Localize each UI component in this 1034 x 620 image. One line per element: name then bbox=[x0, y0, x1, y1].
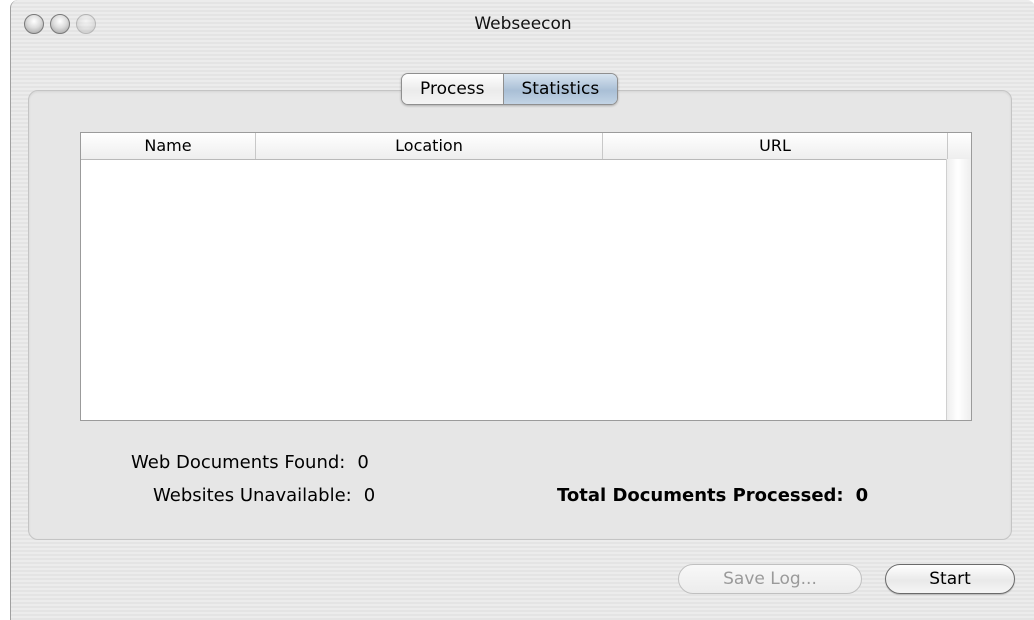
total-documents-processed-stat: Total Documents Processed: 0 bbox=[557, 485, 868, 506]
web-documents-found-label: Web Documents Found: bbox=[131, 452, 346, 473]
table-header: Name Location URL bbox=[81, 133, 971, 160]
tab-statistics[interactable]: Statistics bbox=[502, 74, 618, 104]
websites-unavailable-stat: Websites Unavailable: 0 bbox=[153, 485, 375, 506]
column-header-url[interactable]: URL bbox=[603, 133, 948, 159]
start-button[interactable]: Start bbox=[885, 564, 1015, 594]
total-documents-processed-value: 0 bbox=[855, 485, 869, 506]
results-table[interactable]: Name Location URL bbox=[80, 132, 972, 421]
web-documents-found-stat: Web Documents Found: 0 bbox=[131, 452, 369, 473]
total-documents-processed-label: Total Documents Processed: bbox=[557, 485, 844, 506]
vertical-scrollbar[interactable] bbox=[946, 159, 971, 420]
column-header-location[interactable]: Location bbox=[256, 133, 603, 159]
tab-process[interactable]: Process bbox=[402, 74, 503, 104]
web-documents-found-value: 0 bbox=[357, 452, 369, 473]
table-header-corner bbox=[948, 133, 971, 159]
title-bar[interactable]: Webseecon bbox=[11, 0, 1034, 52]
window-title: Webseecon bbox=[474, 14, 572, 34]
save-log-button[interactable]: Save Log... bbox=[678, 564, 862, 594]
websites-unavailable-value: 0 bbox=[363, 485, 376, 506]
tab-bar: Process Statistics bbox=[401, 73, 619, 105]
column-header-name[interactable]: Name bbox=[81, 133, 256, 159]
websites-unavailable-label: Websites Unavailable: bbox=[153, 485, 352, 506]
